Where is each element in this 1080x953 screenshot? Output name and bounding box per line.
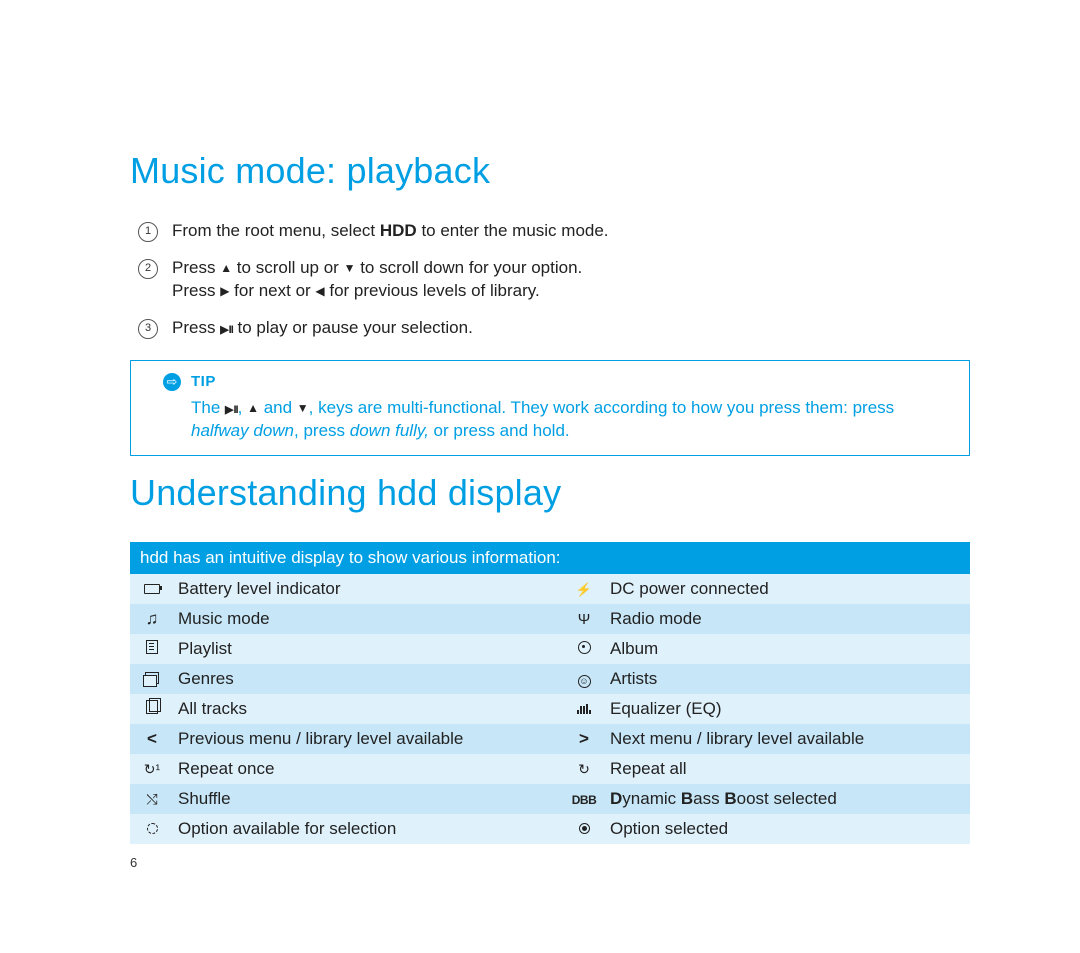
section-heading-display: Understanding hdd display [130, 472, 970, 514]
step-number: 1 [138, 222, 158, 242]
manual-page: Music mode: playback 1 From the root men… [0, 0, 1080, 953]
icon-label: Radio mode [606, 604, 970, 634]
table-row: Battery level indicator ⚡ DC power conne… [130, 574, 970, 604]
radio-antenna-icon: Ψ [562, 604, 606, 634]
step-text: From the root menu, select HDD to enter … [172, 220, 970, 243]
table-row: ⤭ Shuffle DBB Dynamic Bass Boost selecte… [130, 784, 970, 814]
play-pause-icon [220, 320, 233, 338]
icon-label: All tracks [174, 694, 562, 724]
shuffle-icon: ⤭ [130, 784, 174, 814]
step-2: 2 Press to scroll up or to scroll down f… [138, 257, 970, 303]
table-row: Genres ☺ Artists [130, 664, 970, 694]
right-triangle-icon [220, 283, 229, 299]
table-row: < Previous menu / library level availabl… [130, 724, 970, 754]
down-triangle-icon [297, 400, 309, 416]
icon-label: Music mode [174, 604, 562, 634]
icon-label: Option available for selection [174, 814, 562, 844]
dc-power-icon: ⚡ [562, 574, 606, 604]
steps-list: 1 From the root menu, select HDD to ente… [138, 220, 970, 340]
icon-label: Repeat once [174, 754, 562, 784]
genres-icon [130, 664, 174, 694]
page-number: 6 [130, 855, 137, 870]
equalizer-icon [562, 694, 606, 724]
artists-icon: ☺ [562, 664, 606, 694]
playlist-icon [130, 634, 174, 664]
display-icons-table: Battery level indicator ⚡ DC power conne… [130, 574, 970, 844]
icon-label: Playlist [174, 634, 562, 664]
dbb-icon: DBB [562, 784, 606, 814]
tip-body: The , and , keys are multi-functional. T… [191, 397, 955, 443]
icon-label: Artists [606, 664, 970, 694]
section-heading-playback: Music mode: playback [130, 150, 970, 192]
table-row: Playlist Album [130, 634, 970, 664]
repeat-once-icon: ↻¹ [130, 754, 174, 784]
icon-label: Equalizer (EQ) [606, 694, 970, 724]
step-1: 1 From the root menu, select HDD to ente… [138, 220, 970, 243]
left-triangle-icon [315, 283, 324, 299]
icon-label: Next menu / library level available [606, 724, 970, 754]
step-text: Press to scroll up or to scroll down for… [172, 257, 970, 303]
step-number: 3 [138, 319, 158, 339]
icon-label: Genres [174, 664, 562, 694]
repeat-all-icon: ↻ [562, 754, 606, 784]
down-triangle-icon [344, 260, 356, 276]
table-row: Option available for selection Option se… [130, 814, 970, 844]
tip-label: TIP [191, 373, 216, 390]
next-level-icon: > [562, 724, 606, 754]
album-disc-icon [562, 634, 606, 664]
icon-label: Repeat all [606, 754, 970, 784]
option-selected-icon [562, 814, 606, 844]
table-row: ♫ Music mode Ψ Radio mode [130, 604, 970, 634]
up-triangle-icon [247, 400, 259, 416]
step-3: 3 Press to play or pause your selection. [138, 317, 970, 340]
icon-label: Dynamic Bass Boost selected [606, 784, 970, 814]
tip-arrow-icon: ⇨ [163, 373, 181, 391]
icon-label: Battery level indicator [174, 574, 562, 604]
tip-header: ⇨ TIP [145, 373, 955, 391]
battery-icon [130, 574, 174, 604]
icon-label: Shuffle [174, 784, 562, 814]
previous-level-icon: < [130, 724, 174, 754]
icon-label: Option selected [606, 814, 970, 844]
icon-label: Album [606, 634, 970, 664]
display-table-header: hdd has an intuitive display to show var… [130, 542, 970, 574]
all-tracks-icon [130, 694, 174, 724]
up-triangle-icon [220, 260, 232, 276]
step-text: Press to play or pause your selection. [172, 317, 970, 340]
music-note-icon: ♫ [130, 604, 174, 634]
play-pause-icon [225, 400, 238, 418]
icon-label: Previous menu / library level available [174, 724, 562, 754]
table-row: ↻¹ Repeat once ↻ Repeat all [130, 754, 970, 784]
tip-callout: ⇨ TIP The , and , keys are multi-functio… [130, 360, 970, 456]
icon-label: DC power connected [606, 574, 970, 604]
table-row: All tracks Equalizer (EQ) [130, 694, 970, 724]
step-number: 2 [138, 259, 158, 279]
option-available-icon [130, 814, 174, 844]
